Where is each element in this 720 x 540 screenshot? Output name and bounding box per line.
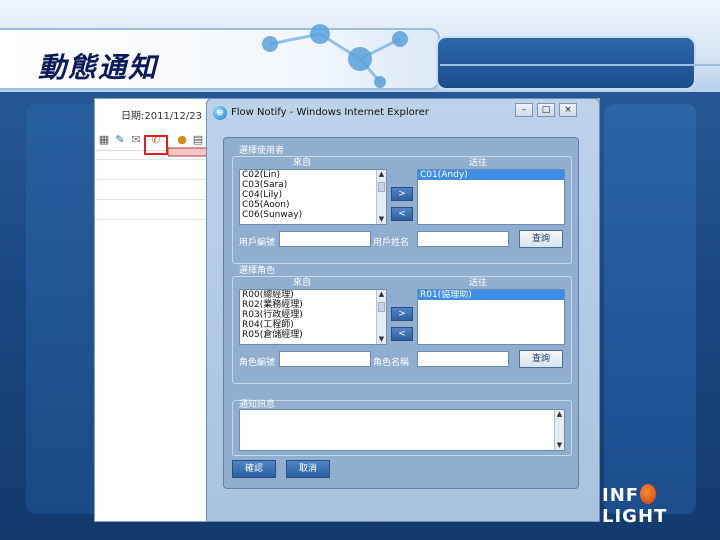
role-query-button[interactable]: 查詢 xyxy=(519,350,563,368)
scroll-up-icon[interactable]: ▲ xyxy=(555,410,564,419)
grid-line xyxy=(95,219,215,220)
user-id-input[interactable] xyxy=(279,231,371,247)
users-section: 選擇使用者 來自 送往 C02(Lin) C03(Sara) C04(Lily)… xyxy=(232,146,572,264)
roles-source-list[interactable]: R00(總經理) R02(業務經理) R03(行政經理) R04(工程師) R0… xyxy=(239,289,387,345)
scrollbar[interactable]: ▲ ▼ xyxy=(376,290,386,344)
roles-section-title: 選擇角色 xyxy=(239,266,276,276)
save-icon[interactable]: ▦ xyxy=(97,133,111,147)
list-item[interactable]: C02(Lin) xyxy=(240,170,386,180)
list-item[interactable]: C06(Sunway) xyxy=(240,210,386,220)
list-item[interactable]: C05(Aoon) xyxy=(240,200,386,210)
header-divider xyxy=(440,64,720,66)
flow-notify-window: e Flow Notify - Windows Internet Explore… xyxy=(206,98,600,522)
role-name-input[interactable] xyxy=(417,351,509,367)
logo-prefix: INF xyxy=(602,485,640,506)
user-name-input[interactable] xyxy=(417,231,509,247)
message-section: 通知訊息 ▲ ▼ xyxy=(232,400,572,456)
user-id-label: 用戶編號 xyxy=(239,238,276,248)
window-title: Flow Notify - Windows Internet Explorer xyxy=(231,107,429,118)
role-name-label: 角色名稱 xyxy=(373,358,410,368)
scroll-down-icon[interactable]: ▼ xyxy=(555,441,564,450)
minimize-button[interactable]: – xyxy=(515,103,533,117)
cancel-button[interactable]: 取消 xyxy=(286,460,330,478)
scroll-down-icon[interactable]: ▼ xyxy=(377,215,386,224)
users-section-title: 選擇使用者 xyxy=(239,146,285,156)
scrollbar[interactable]: ▲ ▼ xyxy=(554,410,564,450)
left-decor-panel xyxy=(26,104,96,514)
logo-o-icon xyxy=(640,484,657,504)
notify-form: 選擇使用者 來自 送往 C02(Lin) C03(Sara) C04(Lily)… xyxy=(223,137,579,489)
roles-section: 選擇角色 來自 送往 R00(總經理) R02(業務經理) R03(行政經理) … xyxy=(232,266,572,384)
list-item[interactable]: R02(業務經理) xyxy=(240,300,386,310)
list-item[interactable]: C01(Andy) xyxy=(418,170,564,180)
grid-line xyxy=(95,179,215,180)
edit-icon[interactable]: ✎ xyxy=(113,133,127,147)
role-id-input[interactable] xyxy=(279,351,371,367)
header-right-panel xyxy=(436,36,696,90)
date-label: 日期:2011/12/23 xyxy=(121,111,203,122)
page-title: 動態通知 xyxy=(38,51,159,84)
mail-icon[interactable]: ✉ xyxy=(129,133,143,147)
users-source-label: 來自 xyxy=(293,158,312,168)
ie-icon: e xyxy=(213,106,227,120)
remove-user-button[interactable]: < xyxy=(391,207,413,221)
add-user-button[interactable]: > xyxy=(391,187,413,201)
users-target-list[interactable]: C01(Andy) xyxy=(417,169,565,225)
remove-role-button[interactable]: < xyxy=(391,327,413,341)
message-textarea[interactable]: ▲ ▼ xyxy=(239,409,565,451)
add-role-button[interactable]: > xyxy=(391,307,413,321)
scroll-down-icon[interactable]: ▼ xyxy=(377,335,386,344)
list-item[interactable]: R00(總經理) xyxy=(240,290,386,300)
list-item[interactable]: C03(Sara) xyxy=(240,180,386,190)
molecule-graphic xyxy=(262,24,408,88)
infolight-logo: INFLIGHT xyxy=(602,484,720,527)
grid-line xyxy=(95,199,215,200)
scrollbar[interactable]: ▲ ▼ xyxy=(376,170,386,224)
roles-target-list[interactable]: R01(協理助) xyxy=(417,289,565,345)
scroll-up-icon[interactable]: ▲ xyxy=(377,290,386,299)
list-item[interactable]: R01(協理助) xyxy=(418,290,564,300)
scroll-thumb[interactable] xyxy=(378,302,385,312)
users-target-label: 送往 xyxy=(469,158,488,168)
roles-source-label: 來自 xyxy=(293,278,312,288)
logo-suffix: LIGHT xyxy=(602,506,668,527)
list-item[interactable]: C04(Lily) xyxy=(240,190,386,200)
maximize-button[interactable]: □ xyxy=(537,103,555,117)
right-decor-panel xyxy=(604,104,696,514)
scroll-up-icon[interactable]: ▲ xyxy=(377,170,386,179)
users-source-list[interactable]: C02(Lin) C03(Sara) C04(Lily) C05(Aoon) C… xyxy=(239,169,387,225)
list-item[interactable]: R04(工程師) xyxy=(240,320,386,330)
close-button[interactable]: × xyxy=(559,103,577,117)
user-name-label: 用戶姓名 xyxy=(373,238,410,248)
highlight-box xyxy=(144,135,168,155)
scroll-thumb[interactable] xyxy=(378,182,385,192)
roles-target-label: 送往 xyxy=(469,278,488,288)
list-item[interactable]: R05(倉儲經理) xyxy=(240,330,386,340)
confirm-button[interactable]: 確認 xyxy=(232,460,276,478)
user-query-button[interactable]: 查詢 xyxy=(519,230,563,248)
list-item[interactable]: R03(行政經理) xyxy=(240,310,386,320)
role-id-label: 角色編號 xyxy=(239,358,276,368)
window-titlebar: e Flow Notify - Windows Internet Explore… xyxy=(207,99,599,125)
